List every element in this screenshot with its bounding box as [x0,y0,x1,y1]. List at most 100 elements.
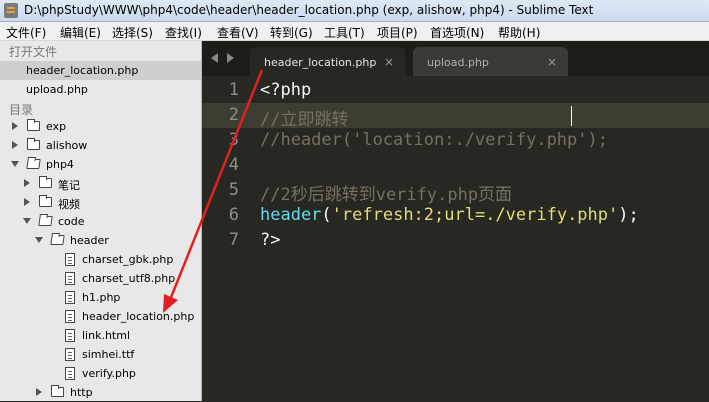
code-line-current: 2 //立即跳转 [202,103,709,130]
menu-edit[interactable]: 编辑(E) [60,24,101,41]
tree-folder-video[interactable]: 视频 [0,193,201,212]
code-line: 7 ?> [202,228,709,253]
title-bar: D:\phpStudy\WWW\php4\code\header\header_… [0,0,709,22]
menu-project[interactable]: 项目(P) [377,24,418,41]
code-line: 6 header('refresh:2;url=./verify.php'); [202,203,709,228]
menu-file[interactable]: 文件(F) [6,24,46,41]
file-icon [65,253,75,266]
open-file-item[interactable]: header_location.php [0,61,201,80]
file-icon [65,291,75,304]
code-token: //2秒后跳转到verify.php页面 [260,185,513,205]
tab-nav-right-icon[interactable] [227,53,234,63]
line-number: 5 [228,180,239,200]
tree-item-label: verify.php [82,367,136,380]
menu-goto[interactable]: 转到(G) [270,24,313,41]
expand-arrow-icon[interactable] [12,141,18,149]
folder-icon [39,176,52,188]
code-text: header('refresh:2;url=./verify.php'); [260,205,639,225]
tree-item-label: link.html [82,329,131,342]
expand-arrow-icon[interactable] [12,122,18,130]
code-token: ); [618,205,639,225]
sidebar: 打开文件 header_location.php upload.php 目录 e… [0,41,202,401]
folder-open-icon [50,235,65,245]
tree-item-label: code [58,215,85,228]
close-icon[interactable]: × [384,55,394,69]
line-number: 7 [228,230,239,250]
window-title: D:\phpStudy\WWW\php4\code\header\header_… [24,3,594,17]
tree-folder-header[interactable]: header [0,231,201,250]
file-icon [65,272,75,285]
tab-label: upload.php [427,56,489,69]
menu-preferences[interactable]: 首选项(N) [430,24,484,41]
collapse-arrow-icon[interactable] [11,161,19,167]
code-line: 5 //2秒后跳转到verify.php页面 [202,178,709,205]
code-token: 'refresh:2;url=./verify.php' [331,205,619,225]
folders-heading: 目录 [9,103,34,117]
expand-arrow-icon[interactable] [24,198,30,206]
code-token: ?> [260,230,281,250]
tree-folder-code[interactable]: code [0,212,201,231]
menu-tools[interactable]: 工具(T) [324,24,365,41]
open-file-label: upload.php [26,83,88,96]
tree-item-label: charset_gbk.php [82,253,174,266]
tree-item-label: php4 [46,158,74,171]
expand-arrow-icon[interactable] [36,388,42,396]
collapse-arrow-icon[interactable] [35,237,43,243]
tree-item-label: http [70,386,93,399]
file-icon [65,329,75,342]
code-token: //header('location:./verify.php'); [260,130,608,150]
code-token: header [260,205,322,225]
tab-upload[interactable]: upload.php × [413,47,568,76]
tree-item-label: exp [46,120,67,133]
folder-icon [27,138,40,150]
tab-nav-left-icon[interactable] [211,53,218,63]
tree-item-label: 笔记 [58,179,80,192]
tree-folder-php4[interactable]: php4 [0,155,201,174]
tree-item-label: charset_utf8.php [82,272,176,285]
close-icon[interactable]: × [547,55,557,69]
menu-view[interactable]: 查看(V) [217,24,259,41]
collapse-arrow-icon[interactable] [23,218,31,224]
line-number: 6 [228,205,239,225]
open-file-item[interactable]: upload.php [0,80,201,99]
code-line: 4 [202,153,709,178]
tab-label: header_location.php [264,56,377,69]
tree-file[interactable]: link.html [0,326,201,345]
tree-folder-http[interactable]: http [0,383,201,402]
tree-file[interactable]: h1.php [0,288,201,307]
tree-item-label: header [70,234,109,247]
code-token: //立即跳转 [260,110,349,130]
tab-header-location[interactable]: header_location.php × [250,47,405,76]
folder-icon [39,195,52,207]
tree-folder-exp[interactable]: exp [0,117,201,136]
code-text: //2秒后跳转到verify.php页面 [260,180,512,205]
code-text: <?php [260,80,311,100]
menu-help[interactable]: 帮助(H) [498,24,540,41]
text-cursor [571,106,572,126]
file-icon [65,367,75,380]
folder-open-icon [38,216,53,226]
tab-bar: header_location.php × upload.php × [202,41,709,76]
tree-file[interactable]: verify.php [0,364,201,383]
menu-find[interactable]: 查找(I) [165,24,202,41]
open-files-heading: 打开文件 [9,45,58,59]
menu-bar: 文件(F) 编辑(E) 选择(S) 查找(I) 查看(V) 转到(G) 工具(T… [0,22,709,41]
tree-file[interactable]: simhei.ttf [0,345,201,364]
code-line: 1 <?php [202,78,709,103]
line-number: 3 [228,130,239,150]
expand-arrow-icon[interactable] [24,179,30,187]
file-icon [65,310,75,323]
tree-file[interactable]: header_location.php [0,307,201,326]
tree-folder-notes[interactable]: 笔记 [0,174,201,193]
tree-folder-alishow[interactable]: alishow [0,136,201,155]
tree-item-label: header_location.php [82,310,195,323]
menu-selection[interactable]: 选择(S) [112,24,153,41]
tree-file[interactable]: charset_utf8.php [0,269,201,288]
line-number: 1 [228,80,239,100]
code-text: //header('location:./verify.php'); [260,130,608,150]
line-number: 4 [228,155,239,175]
folder-open-icon [26,159,41,169]
tree-item-label: h1.php [82,291,121,304]
code-editor[interactable]: 1 <?php 2 //立即跳转 3 //header('location:./… [202,76,709,401]
tree-file[interactable]: charset_gbk.php [0,250,201,269]
